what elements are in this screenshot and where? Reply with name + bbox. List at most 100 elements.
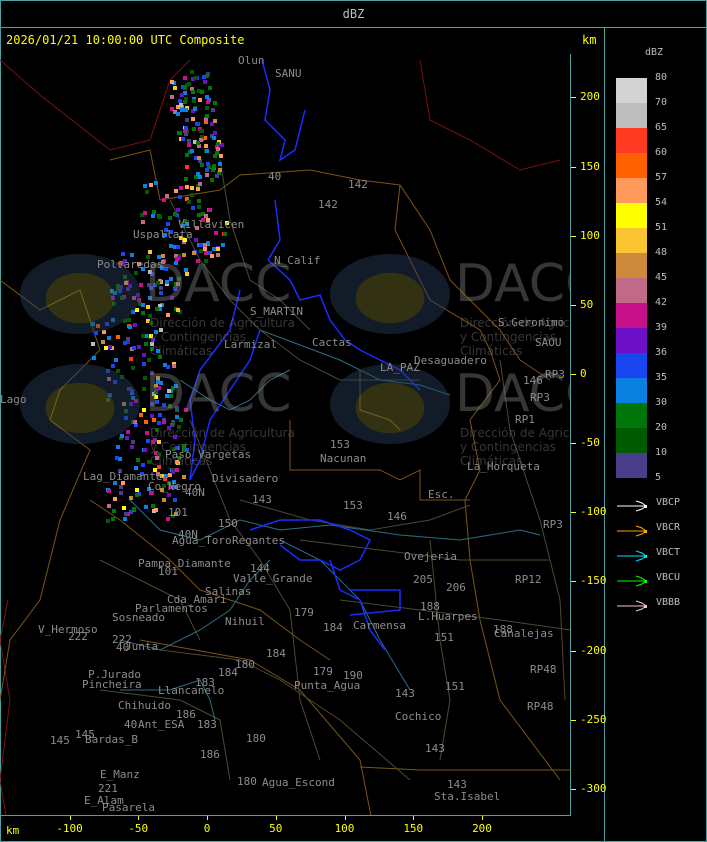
x-tick-mark xyxy=(413,816,415,820)
radar-echo-cell xyxy=(180,108,184,112)
place-label: RP3 xyxy=(543,518,563,531)
radar-echo-cell xyxy=(193,107,197,111)
datetime-label: 2026/01/21 10:00:00 UTC Composite xyxy=(6,33,245,47)
place-label: 180 xyxy=(237,775,257,788)
radar-echo-cell xyxy=(198,98,202,102)
dacc-logo-watermark: DACCDirección de Agriculturay Contingenc… xyxy=(20,364,300,474)
color-swatch xyxy=(616,278,647,303)
radar-echo-cell xyxy=(119,485,123,489)
place-label: 221 xyxy=(98,782,118,795)
place-label: Agua_Escond xyxy=(262,776,335,789)
level-label: 5 xyxy=(655,472,662,483)
radar-site-vbbb[interactable]: VBBB xyxy=(616,597,706,612)
y-tick-label: -300 xyxy=(580,781,607,795)
radar-echo-cell xyxy=(187,200,191,204)
radar-echo-cell xyxy=(184,126,188,130)
place-label: SANU xyxy=(275,67,302,80)
x-tick-label: 200 xyxy=(472,822,492,835)
radar-echo-cell xyxy=(111,517,115,521)
road-line xyxy=(429,539,451,761)
radar-echo-cell xyxy=(192,99,196,103)
y-tick-mark xyxy=(571,512,576,514)
place-label: Olun xyxy=(238,54,265,67)
place-label: 142 xyxy=(348,178,368,191)
radar-echo-cell xyxy=(199,249,203,253)
radar-echo-cell xyxy=(170,95,174,99)
arrow-icon xyxy=(616,572,650,587)
radar-echo-cell xyxy=(196,141,200,145)
radar-echo-cell xyxy=(170,80,174,84)
radar-map[interactable]: DACC Dirección de Agricultura y Contingenc… xyxy=(0,54,571,816)
x-tick-label: 50 xyxy=(269,822,283,835)
radar-echo-cell xyxy=(106,519,110,523)
level-label: 54 xyxy=(655,197,668,208)
color-swatch xyxy=(616,403,647,428)
place-label: Pincheira xyxy=(82,678,142,691)
place-label: 146 xyxy=(387,510,407,523)
radar-echo-cell xyxy=(152,210,156,214)
radar-echo-cell xyxy=(213,131,217,135)
radar-echo-cell xyxy=(197,156,201,160)
radar-site-vbcu[interactable]: VBCU xyxy=(616,572,706,587)
radar-echo-cell xyxy=(143,211,147,215)
radar-echo-cell xyxy=(196,187,200,191)
radar-site-vbcp[interactable]: VBCP xyxy=(616,497,706,512)
place-label: 145 xyxy=(50,734,70,747)
level-label: 39 xyxy=(655,322,668,333)
radar-echo-cell xyxy=(213,101,217,105)
radar-echo-cell xyxy=(113,497,117,501)
radar-echo-cell xyxy=(112,509,116,513)
logo-emblem-icon xyxy=(330,364,450,444)
place-label: RP3 xyxy=(530,391,550,404)
place-label: 184 xyxy=(323,621,343,634)
level-label: 35 xyxy=(655,372,668,383)
radar-echo-cell xyxy=(187,82,191,86)
radar-echo-cell xyxy=(196,122,200,126)
radar-echo-cell xyxy=(183,76,187,80)
radar-echo-cell xyxy=(212,136,216,140)
radar-echo-cell xyxy=(149,183,153,187)
radar-echo-cell xyxy=(119,491,123,495)
y-tick-mark xyxy=(571,650,576,652)
level-label: 70 xyxy=(655,97,668,108)
place-label: 186 xyxy=(176,708,196,721)
radar-echo-cell xyxy=(176,208,180,212)
radar-echo-cell xyxy=(132,507,136,511)
radar-echo-cell xyxy=(203,247,207,251)
radar-echo-cell xyxy=(184,108,188,112)
arrow-icon xyxy=(616,497,650,512)
x-axis-unit: km xyxy=(6,824,20,837)
place-label: 143 xyxy=(447,778,467,791)
radar-echo-cell xyxy=(184,132,188,136)
place-label: 101 xyxy=(168,506,188,519)
radar-echo-cell xyxy=(176,245,180,249)
radar-echo-cell xyxy=(190,193,194,197)
radar-echo-cell xyxy=(123,517,127,521)
radar-echo-cell xyxy=(184,97,188,101)
color-swatch xyxy=(616,103,647,128)
logo-emblem-icon xyxy=(20,364,140,444)
radar-echo-cell xyxy=(190,70,194,74)
place-label: 183 xyxy=(197,718,217,731)
radar-site-vbcr[interactable]: VBCR xyxy=(616,522,706,537)
place-label: S_MARTIN xyxy=(250,305,303,318)
place-label: 184 xyxy=(218,666,238,679)
color-swatch xyxy=(616,153,647,178)
place-label: Larmizal xyxy=(224,338,277,351)
color-swatch xyxy=(616,78,647,103)
place-label: N_Calif xyxy=(274,254,321,267)
y-tick-label: -150 xyxy=(580,574,607,588)
place-label: 183 xyxy=(195,676,215,689)
radar-echo-cell xyxy=(176,112,180,116)
radar-site-vbct[interactable]: VBCT xyxy=(616,547,706,562)
place-label: Ovejeria xyxy=(404,550,457,563)
y-tick-mark xyxy=(571,374,576,375)
radar-echo-cell xyxy=(216,247,220,251)
level-label: 20 xyxy=(655,422,668,433)
place-label: Nacunan xyxy=(320,452,367,465)
x-tick-mark xyxy=(138,816,140,820)
level-label: 36 xyxy=(655,347,668,358)
radar-echo-cell xyxy=(162,498,166,502)
place-label: 144 xyxy=(250,562,270,575)
radar-echo-cell xyxy=(190,186,194,190)
